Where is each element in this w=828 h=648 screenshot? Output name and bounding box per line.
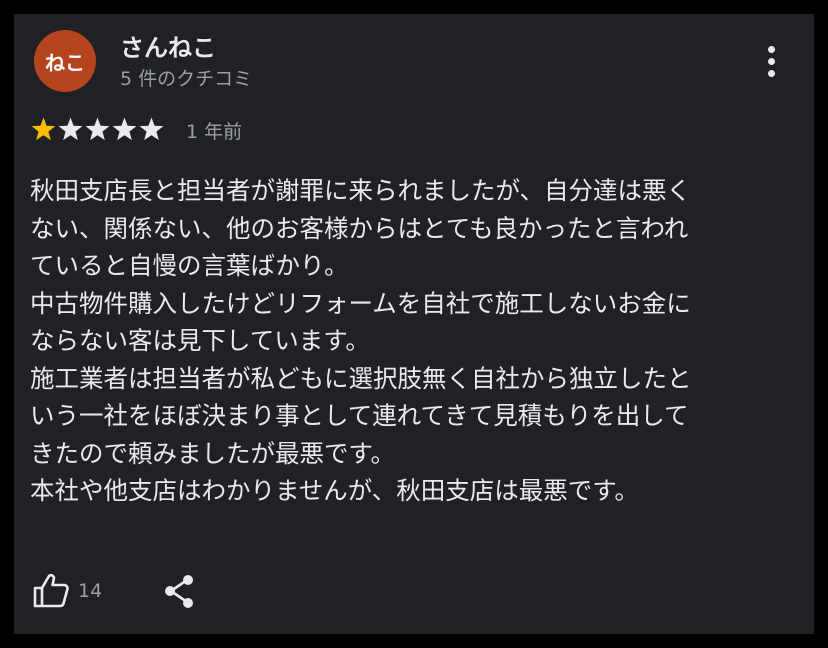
review-timestamp: 1 年前 bbox=[186, 121, 243, 143]
review-text-line: きたので頼みましたが最悪です。 bbox=[30, 438, 396, 468]
review-text-line: 施工業者は担当者が私どもに選択肢無く自社から独立したと bbox=[30, 363, 692, 393]
star-rating bbox=[30, 116, 165, 143]
star-filled-icon bbox=[31, 117, 56, 141]
review-card: ねこ さんねこ 5 件のクチコミ 1 年前 秋田支店長と担当者が謝罪に来られまし… bbox=[14, 14, 814, 634]
star-empty-icon bbox=[112, 117, 137, 141]
thumbs-up-icon bbox=[33, 573, 69, 608]
review-text-line: ていると自慢の言葉ばかり。 bbox=[30, 251, 349, 280]
like-count: 14 bbox=[78, 580, 103, 602]
review-text: 秋田支店長と担当者が謝罪に来られましたが、自分達は悪く ない、関係ない、他のお客… bbox=[30, 172, 810, 510]
review-text-line: 中古物件購入したけどリフォームを自社で施工しないお金に bbox=[30, 288, 691, 318]
star-empty-icon bbox=[85, 117, 110, 141]
share-icon bbox=[165, 575, 193, 608]
star-empty-icon bbox=[58, 117, 83, 141]
review-text-line: ない、関係ない、他のお客様からはとても良かったと言われ bbox=[30, 213, 689, 243]
share-button[interactable] bbox=[160, 572, 200, 612]
like-button[interactable]: 14 bbox=[32, 572, 102, 610]
reviewer-review-count: 5 件のクチコミ bbox=[120, 68, 253, 90]
review-text-line: 秋田支店長と担当者が謝罪に来られましたが、自分達は悪く bbox=[30, 176, 692, 205]
review-text-line: いう一社をほぼ決まり事として連れてきて見積もりを出して bbox=[30, 401, 689, 430]
avatar-text: ねこ bbox=[45, 50, 85, 75]
star-empty-icon bbox=[139, 117, 164, 141]
review-text-line: ならない客は見下しています。 bbox=[30, 326, 370, 355]
more-vert-icon bbox=[767, 45, 775, 53]
review-text-line: 本社や他支店はわかりませんが、秋田支店は最悪です。 bbox=[30, 476, 639, 505]
reviewer-name[interactable]: さんねこ bbox=[120, 28, 216, 63]
avatar[interactable]: ねこ bbox=[34, 30, 96, 92]
more-options-button[interactable] bbox=[756, 40, 786, 82]
